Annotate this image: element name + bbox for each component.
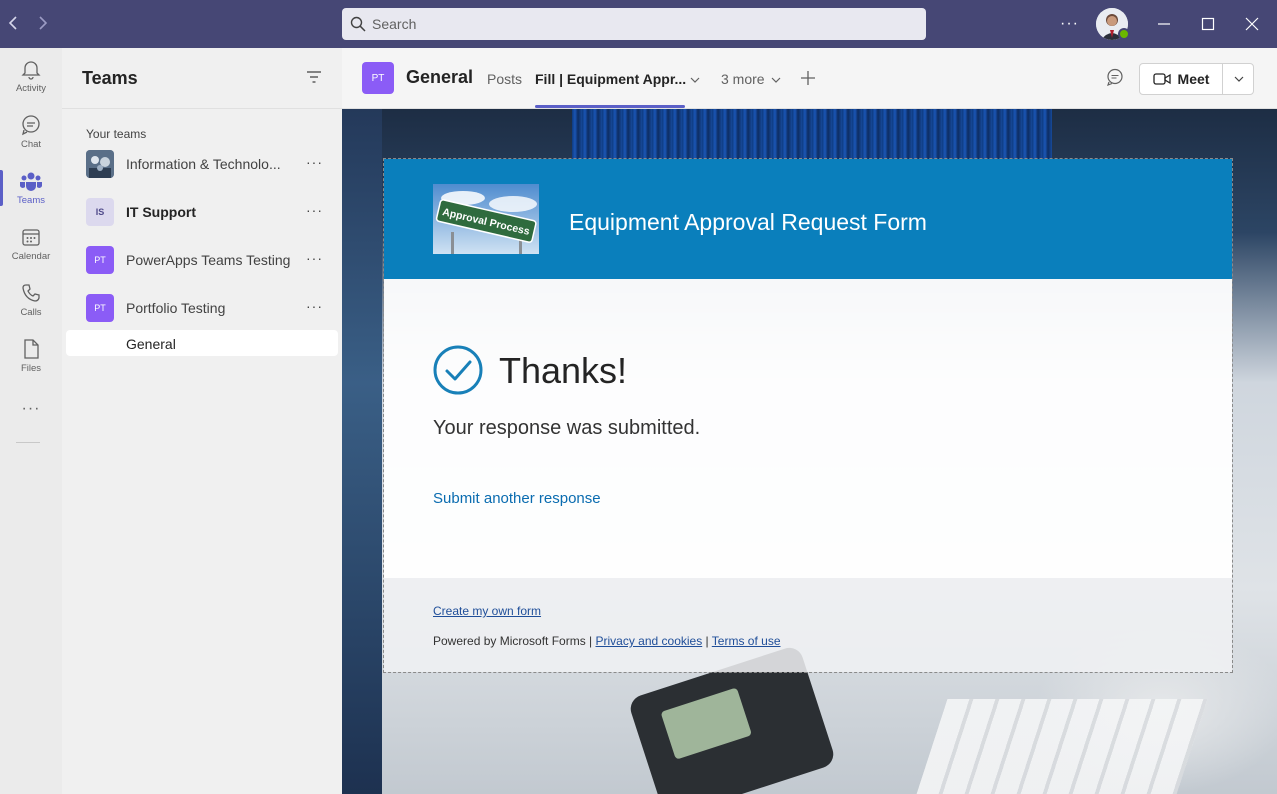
- background-decoration: [342, 109, 382, 794]
- checkmark-circle-icon: [433, 345, 483, 400]
- back-arrow-icon[interactable]: [4, 12, 24, 36]
- meet-label: Meet: [1177, 71, 1210, 87]
- submit-another-response-link[interactable]: Submit another response: [433, 490, 601, 507]
- rail-item-chat[interactable]: Chat: [0, 104, 62, 160]
- active-tab-indicator: [535, 105, 685, 108]
- team-more-icon[interactable]: ···: [306, 202, 323, 218]
- form-title: Equipment Approval Request Form: [569, 209, 927, 235]
- chat-icon: [22, 115, 40, 136]
- team-row[interactable]: PT PowerApps Teams Testing ···: [66, 242, 338, 282]
- channel-title: General: [406, 67, 474, 87]
- rail-item-calls[interactable]: Calls: [0, 272, 62, 328]
- team-avatar: IS: [86, 198, 114, 226]
- channel-header: PT General Posts Fill | Equipment Appr..…: [342, 48, 1277, 109]
- rail-divider: [16, 442, 40, 443]
- rail-label: Teams: [17, 195, 45, 206]
- rail-label: Files: [20, 363, 42, 374]
- team-row[interactable]: PT Portfolio Testing ···: [66, 290, 338, 330]
- powered-by-line: Powered by Microsoft Forms | Privacy and…: [433, 634, 781, 648]
- rail-item-teams[interactable]: Teams: [0, 160, 62, 216]
- form-card: Approval Process Equipment Approval Requ…: [383, 158, 1233, 673]
- tab-more[interactable]: 3 more: [721, 71, 781, 87]
- form-footer: Create my own form Powered by Microsoft …: [384, 578, 1232, 672]
- title-bar: ···: [0, 0, 1277, 48]
- presence-available-icon: [1118, 28, 1130, 40]
- search-icon: [350, 16, 366, 32]
- privacy-link[interactable]: Privacy and cookies: [596, 634, 703, 648]
- team-name: IT Support: [126, 204, 196, 220]
- panel-title: Teams: [82, 68, 138, 88]
- conversation-icon[interactable]: [1106, 68, 1124, 91]
- tab-posts[interactable]: Posts: [487, 71, 522, 87]
- rail-label: Activity: [15, 83, 47, 94]
- calendar-icon: [22, 229, 40, 246]
- phone-icon: [22, 284, 40, 302]
- file-icon: [24, 339, 39, 359]
- chevron-down-icon: [772, 77, 781, 83]
- form-body: Thanks! Your response was submitted. Sub…: [384, 279, 1232, 578]
- panel-header: Teams: [62, 48, 342, 109]
- team-more-icon[interactable]: ···: [306, 298, 323, 314]
- team-more-icon[interactable]: ···: [306, 250, 323, 266]
- meet-dropdown-chevron-icon[interactable]: [1223, 64, 1254, 94]
- channel-team-avatar: PT: [362, 62, 394, 94]
- section-label: Your teams: [86, 127, 147, 141]
- rail-item-activity[interactable]: Activity: [0, 48, 62, 104]
- powered-by-text: Powered by Microsoft Forms |: [433, 634, 596, 648]
- approval-process-image: Approval Process: [433, 184, 539, 254]
- bell-icon: [21, 61, 41, 80]
- separator-text: |: [702, 634, 712, 648]
- filter-icon[interactable]: [306, 70, 322, 89]
- add-tab-icon[interactable]: [800, 66, 816, 92]
- app-rail: Activity Chat Teams Calendar Calls Files…: [0, 48, 62, 794]
- rail-label: Calls: [20, 307, 42, 318]
- team-more-icon[interactable]: ···: [306, 154, 323, 170]
- rail-item-files[interactable]: Files: [0, 328, 62, 384]
- teams-panel: Teams Your teams Information & Technolo.…: [62, 48, 342, 794]
- chevron-down-icon[interactable]: [690, 71, 700, 87]
- tab-more-label: 3 more: [721, 71, 765, 87]
- team-name: PowerApps Teams Testing: [126, 252, 291, 268]
- rail-label: Chat: [20, 139, 42, 150]
- more-apps-icon[interactable]: ···: [0, 400, 62, 418]
- team-name: Information & Technolo...: [126, 156, 281, 172]
- team-avatar: PT: [86, 294, 114, 322]
- channel-item-general[interactable]: General: [66, 330, 338, 356]
- close-icon[interactable]: [1240, 12, 1264, 36]
- create-form-link[interactable]: Create my own form: [433, 604, 541, 618]
- search-box[interactable]: [342, 8, 926, 40]
- teams-icon: [20, 172, 42, 191]
- search-input[interactable]: [372, 16, 892, 32]
- more-options-icon[interactable]: ···: [1060, 12, 1079, 36]
- team-avatar: [86, 150, 114, 178]
- rail-label: Calendar: [11, 251, 51, 262]
- terms-link[interactable]: Terms of use: [712, 634, 781, 648]
- minimize-icon[interactable]: [1152, 12, 1176, 36]
- forward-arrow-icon[interactable]: [32, 12, 52, 36]
- confirmation-message: Your response was submitted.: [433, 417, 701, 439]
- maximize-icon[interactable]: [1196, 12, 1220, 36]
- meet-button-group: Meet: [1139, 63, 1254, 95]
- team-name: Portfolio Testing: [126, 300, 226, 316]
- rail-item-calendar[interactable]: Calendar: [0, 216, 62, 272]
- background-decoration: [916, 699, 1208, 794]
- channel-name: General: [126, 336, 176, 352]
- team-avatar: PT: [86, 246, 114, 274]
- form-banner: Approval Process Equipment Approval Requ…: [384, 159, 1232, 279]
- meet-button[interactable]: Meet: [1140, 64, 1222, 94]
- team-row[interactable]: Information & Technolo... ···: [66, 146, 338, 186]
- thanks-heading: Thanks!: [499, 350, 628, 391]
- tab-equipment-approval[interactable]: Fill | Equipment Appr...: [535, 71, 686, 87]
- team-row[interactable]: IS IT Support ···: [66, 194, 338, 234]
- video-camera-icon: [1152, 73, 1171, 85]
